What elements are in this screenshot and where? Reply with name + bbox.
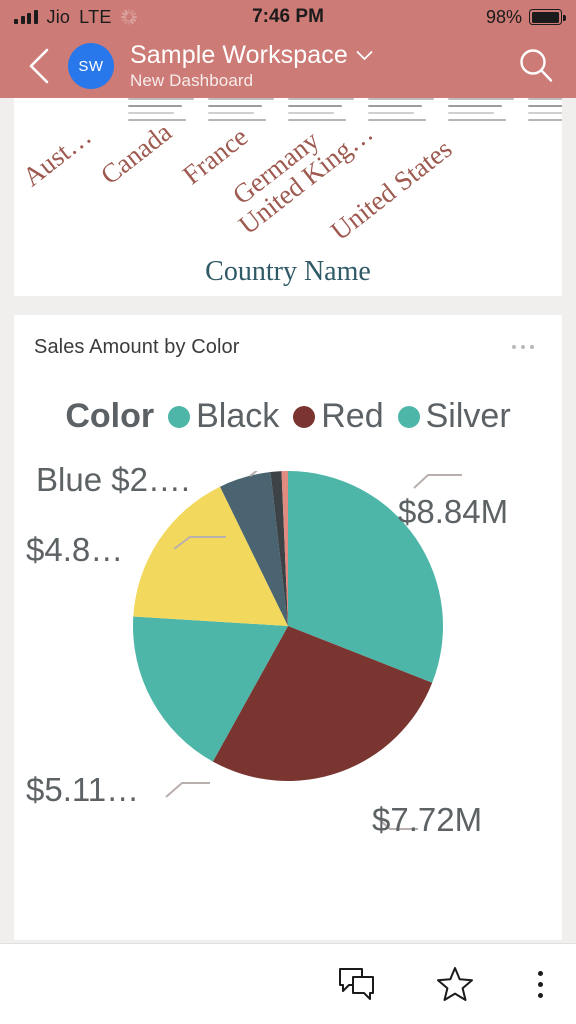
axis-tick-stub <box>288 98 354 126</box>
status-bar-right: 98% <box>288 6 566 28</box>
axis-tick-stub <box>208 98 274 126</box>
avatar-initials: SW <box>78 57 104 75</box>
dashboard-scroll-area[interactable]: Aust… Canada France Germany United King… Unit… <box>0 98 576 943</box>
workspace-name: Sample Workspace <box>130 41 348 69</box>
back-button[interactable] <box>16 43 62 89</box>
carrier-label: Jio <box>46 6 71 27</box>
app-root: Jio LTE 7:46 PM 98% SW Sample Workspace <box>0 0 576 1024</box>
activity-spinner-icon <box>120 9 137 25</box>
legend-item[interactable]: Silver <box>397 397 511 436</box>
search-icon <box>520 49 553 82</box>
x-axis-tick-label: Aust… <box>16 120 97 193</box>
network-type-label: LTE <box>79 6 112 27</box>
back-chevron-icon <box>29 48 49 84</box>
axis-tick-stub <box>368 98 434 126</box>
battery-icon <box>529 9 566 25</box>
legend-color-swatch-icon <box>293 405 316 428</box>
bottom-toolbar <box>0 943 576 1024</box>
dashboard-name: New Dashboard <box>130 71 254 90</box>
chevron-down-icon <box>356 51 373 60</box>
legend-label: Red <box>321 397 384 435</box>
status-bar-left: Jio LTE <box>14 7 288 28</box>
axis-tick-stub <box>448 98 514 126</box>
search-button[interactable] <box>512 42 560 90</box>
axis-tick-stub <box>528 98 562 126</box>
data-label-leader-line <box>413 474 462 489</box>
comment-button[interactable] <box>308 944 406 1024</box>
tile-title: Sales Amount by Color <box>34 335 240 358</box>
more-vertical-icon <box>537 970 543 998</box>
chart-legend: Color Black Red Silver <box>14 397 562 436</box>
pie-data-label: $5.11… <box>26 771 140 808</box>
tile-sales-by-country[interactable]: Aust… Canada France Germany United King… Unit… <box>14 98 562 296</box>
favorite-button[interactable] <box>406 944 504 1024</box>
legend-label: Silver <box>425 397 511 435</box>
comment-icon <box>339 968 374 1000</box>
tile-header: Sales Amount by Color <box>14 315 562 379</box>
x-axis-tick-label: Canada <box>94 116 178 191</box>
app-header: SW Sample Workspace New Dashboard <box>0 34 576 98</box>
data-label-leader-line <box>165 782 210 798</box>
legend-label: Black <box>196 397 280 435</box>
legend-color-swatch-icon <box>397 405 420 428</box>
legend-color-swatch-icon <box>168 405 191 428</box>
status-bar: Jio LTE 7:46 PM 98% <box>0 0 576 34</box>
signal-bars-icon <box>14 10 38 24</box>
pie-chart[interactable]: Blue $2…. $8.84M $4.8… $5.11… $7.72M <box>14 461 562 911</box>
header-titles: Sample Workspace New Dashboard <box>130 41 512 91</box>
tile-sales-amount-by-color[interactable]: Sales Amount by Color Color Black Red Silv… <box>14 315 562 940</box>
x-axis-title: Country Name <box>205 256 371 287</box>
legend-item[interactable]: Red <box>293 397 384 436</box>
more-options-icon[interactable] <box>504 337 542 357</box>
overflow-menu-button[interactable] <box>504 944 576 1024</box>
legend-title: Color <box>65 397 155 435</box>
pie-data-label: $7.72M <box>372 801 483 838</box>
battery-percent-label: 98% <box>485 6 522 27</box>
pie-data-label: $4.8… <box>26 531 124 568</box>
workspace-selector[interactable]: Sample Workspace <box>130 41 512 70</box>
star-icon <box>437 967 473 1001</box>
legend-item[interactable]: Black <box>168 397 279 436</box>
avatar[interactable]: SW <box>68 43 114 89</box>
pie-data-label: $8.84M <box>398 493 509 530</box>
pie-data-label: Blue $2…. <box>36 461 191 498</box>
